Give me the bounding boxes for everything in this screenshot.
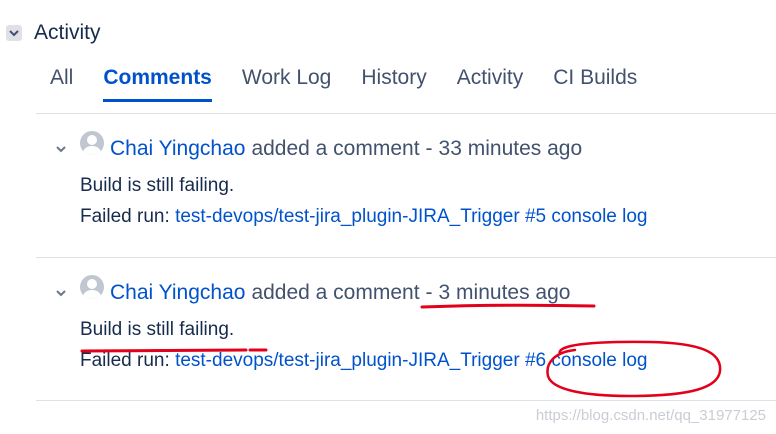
collapse-comment-button[interactable] xyxy=(54,286,68,300)
activity-section-header: Activity xyxy=(6,20,101,46)
tab-all[interactable]: All xyxy=(50,62,73,98)
comment-separator: - xyxy=(425,137,433,160)
failed-run-label: Failed run: xyxy=(80,206,170,227)
tab-ci-builds[interactable]: CI Builds xyxy=(553,62,637,98)
job-link[interactable]: test-devops/test-jira_plugin-JIRA_Trigge… xyxy=(175,350,520,371)
comment-header: Chai Yingchao added a comment - 3 minute… xyxy=(54,275,571,308)
comment-divider xyxy=(36,257,776,258)
tab-comments[interactable]: Comments xyxy=(103,62,212,102)
comment-text: Build is still failing. xyxy=(80,175,235,196)
failed-run-label: Failed run: xyxy=(80,350,170,371)
comment-body: Build is still failing. Failed run: test… xyxy=(80,314,648,376)
comment-action: added a comment xyxy=(251,137,420,160)
build-console-link[interactable]: #5 console log xyxy=(525,206,648,227)
avatar-placeholder-icon[interactable] xyxy=(80,275,104,299)
comment-divider xyxy=(36,400,776,401)
comment-author-link[interactable]: Chai Yingchao xyxy=(110,281,245,305)
comment-body: Build is still failing. Failed run: test… xyxy=(80,170,648,232)
tab-activity[interactable]: Activity xyxy=(457,62,524,98)
tab-history[interactable]: History xyxy=(361,62,426,98)
chevron-down-icon xyxy=(56,146,66,153)
comment-action: added a comment xyxy=(251,281,420,304)
collapse-comment-button[interactable] xyxy=(54,142,68,156)
avatar-placeholder-icon[interactable] xyxy=(80,131,104,155)
collapse-section-button[interactable] xyxy=(6,25,22,41)
comment-separator: - xyxy=(425,281,433,304)
comment-header: Chai Yingchao added a comment - 33 minut… xyxy=(54,131,583,164)
comment-author-link[interactable]: Chai Yingchao xyxy=(110,137,245,161)
job-link[interactable]: test-devops/test-jira_plugin-JIRA_Trigge… xyxy=(175,206,520,227)
comment-text: Build is still failing. xyxy=(80,319,235,340)
tab-work-log[interactable]: Work Log xyxy=(242,62,332,98)
comment-time[interactable]: 3 minutes ago xyxy=(439,281,571,305)
comment-time[interactable]: 33 minutes ago xyxy=(439,137,583,161)
section-title: Activity xyxy=(34,21,101,44)
tabs-divider xyxy=(36,113,776,114)
watermark: https://blog.csdn.net/qq_31977125 xyxy=(535,407,766,424)
chevron-down-icon xyxy=(9,30,19,37)
chevron-down-icon xyxy=(56,290,66,297)
activity-tabs: All Comments Work Log History Activity C… xyxy=(50,62,667,102)
build-console-link[interactable]: #6 console log xyxy=(525,350,648,371)
